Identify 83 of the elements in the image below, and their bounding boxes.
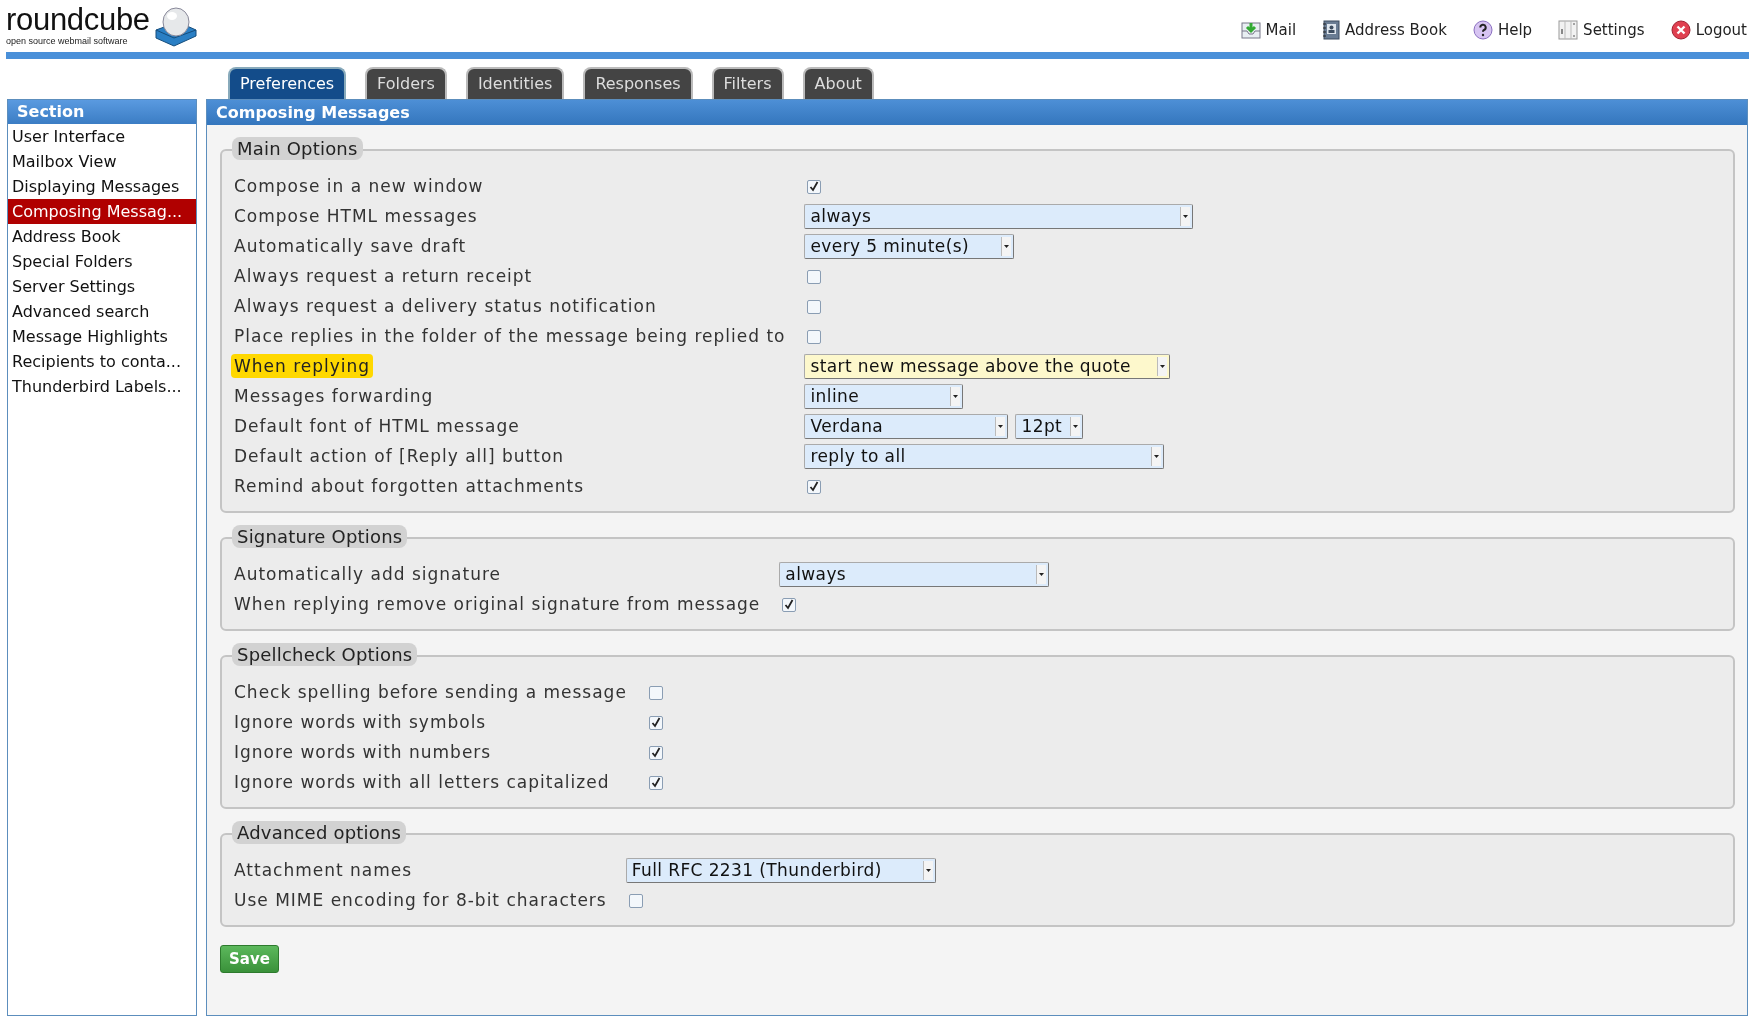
sidebar-item[interactable]: Message Highlights [8, 324, 196, 349]
sidebar-item[interactable]: Advanced search [8, 299, 196, 324]
checkbox[interactable] [648, 686, 663, 700]
logo-tagline: open source webmail software [6, 36, 129, 46]
tab[interactable]: Filters [711, 67, 784, 99]
settings-icon[interactable] [1558, 20, 1579, 40]
caret-icon [1160, 364, 1166, 368]
dropdown[interactable]: inline [804, 383, 964, 409]
caret-icon [1039, 572, 1045, 576]
tab[interactable]: About [802, 67, 874, 99]
option-label: Default action of [Reply all] button [233, 445, 566, 468]
sidebar-item[interactable]: Recipients to conta... [8, 349, 196, 374]
sidebar-item[interactable]: Special Folders [8, 249, 196, 274]
dropdown[interactable]: Full RFC 2231 (Thunderbird) [625, 857, 936, 883]
option-label: Compose HTML messages [233, 205, 479, 228]
caret-icon [998, 424, 1004, 428]
option-label: Compose in a new window [233, 175, 485, 198]
caret-icon [1073, 424, 1079, 428]
option-label: Remind about forgotten attachments [233, 475, 586, 498]
dropdown[interactable]: always [779, 561, 1050, 587]
sidebar-item[interactable]: User Interface [8, 124, 196, 149]
option-label: Ignore words with symbols [233, 711, 488, 734]
sidebar-item[interactable]: Displaying Messages [8, 174, 196, 199]
fieldset-legend: Advanced options [232, 821, 407, 844]
caret-icon [925, 868, 931, 872]
option-label: When replying remove original signature from message [233, 593, 762, 616]
checkbox[interactable] [807, 330, 822, 344]
dropdown[interactable]: always [804, 203, 1194, 229]
dropdown[interactable]: Verdana [804, 413, 1009, 439]
nav-link[interactable]: Mail [1240, 20, 1297, 40]
sidebar-item[interactable]: Server Settings [8, 274, 196, 299]
nav-link[interactable]: Logout [1670, 20, 1747, 40]
option-label: Automatically save draft [233, 235, 468, 258]
mail-icon[interactable] [1240, 20, 1261, 40]
tab[interactable]: Preferences [228, 67, 347, 99]
address-book-icon[interactable] [1322, 20, 1341, 40]
dropdown[interactable]: start new message above the quote [804, 353, 1171, 379]
checkbox[interactable] [807, 480, 822, 494]
option-label: Check spelling before sending a message [233, 681, 628, 704]
option-label: Place replies in the folder of the message being replied to [233, 325, 787, 348]
checkbox[interactable] [648, 776, 663, 790]
fieldset-legend: Signature Options [232, 525, 408, 548]
sidebar-item[interactable]: Mailbox View [8, 149, 196, 174]
checkbox[interactable] [648, 746, 663, 760]
logo-wordmark: roundcube [6, 4, 150, 36]
option-label: When replying [231, 354, 374, 378]
option-label: Always request a return receipt [233, 265, 534, 288]
checkbox[interactable] [807, 180, 822, 194]
fieldset-legend: Main Options [232, 137, 363, 160]
option-label: Use MIME encoding for 8-bit characters [233, 889, 608, 912]
tab[interactable]: Folders [365, 67, 447, 99]
option-label: Default font of HTML message [233, 415, 521, 438]
checkbox[interactable] [648, 716, 663, 730]
fieldset-legend: Spellcheck Options [232, 643, 418, 666]
nav-link[interactable]: Settings [1558, 20, 1645, 40]
checkbox[interactable] [782, 598, 797, 612]
nav-link[interactable]: Address Book [1322, 20, 1447, 40]
dropdown[interactable]: reply to all [804, 443, 1165, 469]
caret-icon [1004, 244, 1010, 248]
sidebar-item[interactable]: Address Book [8, 224, 196, 249]
dropdown[interactable]: every 5 minute(s) [804, 233, 1015, 259]
sidebar-header: Section [8, 100, 196, 124]
caret-icon [1154, 454, 1160, 458]
tab[interactable]: Identities [465, 67, 565, 99]
checkbox[interactable] [628, 894, 643, 908]
panel-title: Composing Messages [207, 100, 1747, 125]
caret-icon [953, 394, 959, 398]
option-label: Attachment names [233, 859, 414, 882]
nav-link[interactable]: Help [1472, 20, 1533, 40]
checkbox[interactable] [807, 270, 822, 284]
dropdown[interactable]: 12pt [1015, 413, 1084, 439]
sidebar-item[interactable]: Thunderbird Labels... [8, 374, 196, 399]
option-label: Always request a delivery status notification [233, 295, 658, 318]
checkbox[interactable] [807, 300, 822, 314]
option-label: Messages forwarding [233, 385, 435, 408]
sidebar-item[interactable]: Composing Messag... [8, 199, 196, 224]
help-icon[interactable] [1472, 20, 1493, 40]
option-label: Ignore words with all letters capitalized [233, 771, 611, 794]
option-label: Ignore words with numbers [233, 741, 493, 764]
tab[interactable]: Responses [583, 67, 693, 99]
caret-icon [1183, 214, 1189, 218]
logout-icon[interactable] [1670, 20, 1691, 40]
option-label: Automatically add signature [233, 563, 502, 586]
